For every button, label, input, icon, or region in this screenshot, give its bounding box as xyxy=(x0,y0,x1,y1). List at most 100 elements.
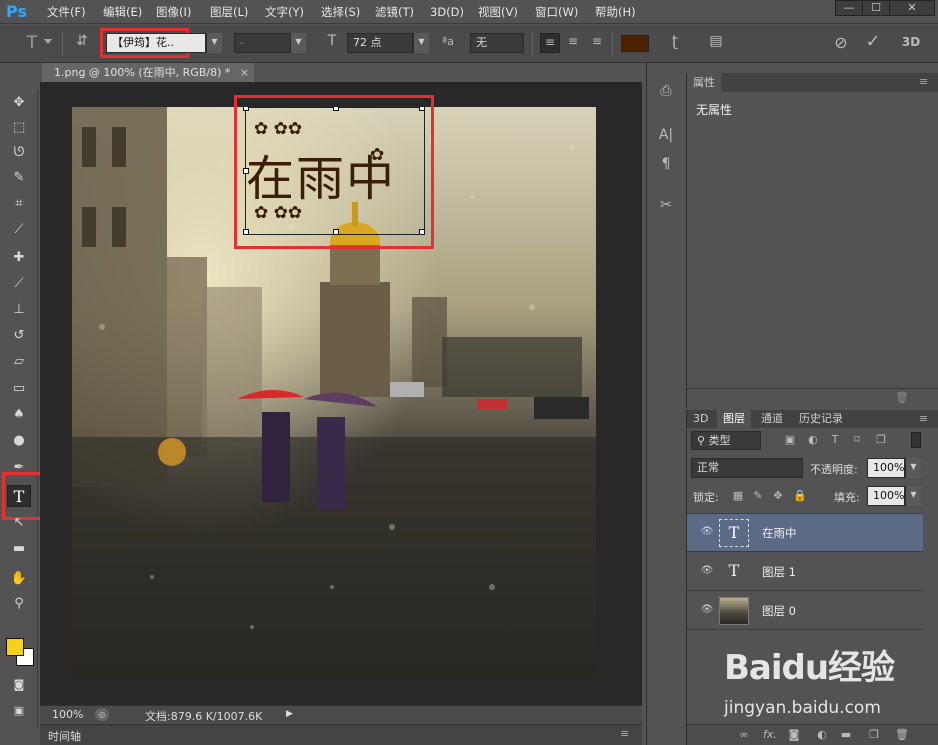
align-right-icon[interactable]: ≡ xyxy=(587,34,607,48)
eraser-tool-icon[interactable]: ▱ xyxy=(7,351,31,373)
warp-text-icon[interactable]: ʈ xyxy=(664,32,686,50)
close-window-button[interactable]: ✕ xyxy=(889,0,935,16)
tab-3d[interactable]: 3D xyxy=(687,410,714,428)
rectangle-tool-icon[interactable]: ▬ xyxy=(7,538,31,560)
maximize-button[interactable]: ☐ xyxy=(862,0,890,16)
status-expand-icon[interactable]: ▶ xyxy=(286,709,293,719)
menu-filter[interactable]: 滤镜(T) xyxy=(375,4,414,20)
font-family-dropdown-icon[interactable]: ▼ xyxy=(206,33,222,53)
menu-type[interactable]: 文字(Y) xyxy=(265,4,304,20)
crop-tool-icon[interactable]: ⌗ xyxy=(7,193,31,215)
tab-properties[interactable]: 属性 xyxy=(687,73,721,92)
type-tool-icon[interactable]: T xyxy=(7,485,31,507)
minimize-button[interactable]: — xyxy=(835,0,863,16)
font-style-dropdown-icon[interactable]: ▼ xyxy=(290,33,306,53)
3d-button[interactable]: 3D xyxy=(898,35,924,49)
menu-layer[interactable]: 图层(L) xyxy=(210,4,248,20)
toggle-orientation-icon[interactable]: ⇵ xyxy=(73,33,91,49)
menu-file[interactable]: 文件(F) xyxy=(47,4,86,20)
font-size-input[interactable]: 72 点 xyxy=(347,33,413,53)
fill-dropdown-icon[interactable]: ▼ xyxy=(905,486,921,506)
brush-tool-icon[interactable]: ⟋ xyxy=(7,273,31,295)
font-family-select[interactable]: 【伊筠】花.. xyxy=(106,33,206,53)
layer-row-image-layer0[interactable]: 👁 图层 0 xyxy=(687,592,923,630)
clone-stamp-tool-icon[interactable]: ⊥ xyxy=(7,299,31,321)
tool-presets-icon[interactable]: ✂ xyxy=(655,197,677,213)
screen-mode-icon[interactable]: ▣ xyxy=(7,700,31,722)
filter-adjustment-icon[interactable]: ◐ xyxy=(805,433,821,446)
lock-transparency-icon[interactable]: ▦ xyxy=(731,489,745,502)
layer-name[interactable]: 图层 0 xyxy=(762,603,796,619)
layer-row-text-zaiyuzhong[interactable]: 👁 T 在雨中 xyxy=(687,514,923,552)
blend-mode-select[interactable]: 正常 xyxy=(691,458,803,478)
align-center-icon[interactable]: ≡ xyxy=(563,34,583,48)
panel-menu-icon[interactable]: ≡ xyxy=(919,412,928,425)
gradient-tool-icon[interactable]: ▭ xyxy=(7,378,31,400)
history-brush-tool-icon[interactable]: ↺ xyxy=(7,325,31,347)
menu-edit[interactable]: 编辑(E) xyxy=(103,4,142,20)
character-panel-icon[interactable]: ▤ xyxy=(705,33,727,49)
cancel-icon[interactable]: ⊘ xyxy=(830,33,852,52)
filter-type-icon[interactable]: T xyxy=(827,433,843,446)
lasso-tool-icon[interactable]: ᘎ xyxy=(7,142,31,164)
trash-icon[interactable]: 🗑 xyxy=(895,391,909,404)
preset-dropdown-icon[interactable] xyxy=(44,39,52,44)
move-tool-icon[interactable]: ✥ xyxy=(7,92,31,114)
filter-kind-select[interactable]: ⚲ 类型 xyxy=(691,431,761,450)
history-icon[interactable]: ⎙ xyxy=(655,83,677,99)
opacity-dropdown-icon[interactable]: ▼ xyxy=(905,458,921,478)
filter-smart-object-icon[interactable]: ❐ xyxy=(873,433,889,446)
tab-channels[interactable]: 通道 xyxy=(755,410,789,428)
panel-menu-icon[interactable]: ≡ xyxy=(919,75,928,88)
eyedropper-tool-icon[interactable]: ⟋ xyxy=(7,219,31,241)
text-color-swatch[interactable] xyxy=(621,35,649,52)
quick-select-tool-icon[interactable]: ✎ xyxy=(7,167,31,189)
layer-name[interactable]: 在雨中 xyxy=(762,525,797,541)
zoom-tool-icon[interactable]: ⚲ xyxy=(7,593,31,615)
path-select-tool-icon[interactable]: ↖ xyxy=(7,512,31,534)
dodge-tool-icon[interactable]: ● xyxy=(7,430,31,452)
layer-row-text-layer1[interactable]: 👁 T 图层 1 xyxy=(687,553,923,591)
tab-close-icon[interactable]: × xyxy=(240,66,249,79)
antialias-select[interactable]: 无 xyxy=(470,33,524,53)
menu-3d[interactable]: 3D(D) xyxy=(430,4,464,20)
opacity-input[interactable]: 100% xyxy=(867,458,905,478)
tab-history[interactable]: 历史记录 xyxy=(793,410,849,428)
filter-pixel-icon[interactable]: ▣ xyxy=(782,433,798,446)
quick-mask-icon[interactable]: ◙ xyxy=(7,674,31,696)
marquee-tool-icon[interactable]: ⬚ xyxy=(7,117,31,139)
blur-tool-icon[interactable]: ♠ xyxy=(7,404,31,426)
menu-window[interactable]: 窗口(W) xyxy=(535,4,578,20)
font-size-dropdown-icon[interactable]: ▼ xyxy=(413,33,429,53)
visibility-eye-icon[interactable]: 👁 xyxy=(699,565,715,579)
commit-check-icon[interactable]: ✓ xyxy=(862,31,884,52)
layer-name[interactable]: 图层 1 xyxy=(762,564,796,580)
filter-toggle[interactable] xyxy=(911,432,921,448)
menu-select[interactable]: 选择(S) xyxy=(321,4,360,20)
visibility-eye-icon[interactable]: 👁 xyxy=(699,604,715,618)
type-tool-preset-icon[interactable]: T xyxy=(20,33,44,53)
font-style-select[interactable]: - xyxy=(234,33,292,53)
healing-brush-tool-icon[interactable]: ✚ xyxy=(7,247,31,269)
menu-image[interactable]: 图像(I) xyxy=(156,4,191,20)
document-tab[interactable]: 1.png @ 100% (在雨中, RGB/8) * × xyxy=(42,63,254,82)
filter-shape-icon[interactable]: ⌑ xyxy=(849,433,865,446)
tab-layers[interactable]: 图层 xyxy=(717,410,751,428)
timeline-label[interactable]: 时间轴 xyxy=(48,728,81,744)
menu-help[interactable]: 帮助(H) xyxy=(595,4,636,20)
status-menu-icon[interactable]: ◎ xyxy=(95,708,109,721)
panel-menu-icon[interactable]: ≡ xyxy=(620,727,629,740)
fill-input[interactable]: 100% xyxy=(867,486,905,506)
properties-panel: 属性 ≡ 无属性 🗑 xyxy=(686,73,938,408)
character-icon[interactable]: A| xyxy=(655,127,677,143)
align-left-button[interactable]: ≡ xyxy=(540,33,560,53)
lock-pixels-icon[interactable]: ✎ xyxy=(751,489,765,502)
foreground-color-swatch[interactable] xyxy=(6,638,24,656)
paragraph-icon[interactable]: ¶ xyxy=(655,156,677,172)
visibility-eye-icon[interactable]: 👁 xyxy=(699,526,715,540)
menu-view[interactable]: 视图(V) xyxy=(478,4,518,20)
lock-position-icon[interactable]: ✥ xyxy=(771,489,785,502)
lock-all-icon[interactable]: 🔒 xyxy=(793,489,807,502)
hand-tool-icon[interactable]: ✋ xyxy=(7,568,31,590)
zoom-level[interactable]: 100% xyxy=(52,708,83,721)
